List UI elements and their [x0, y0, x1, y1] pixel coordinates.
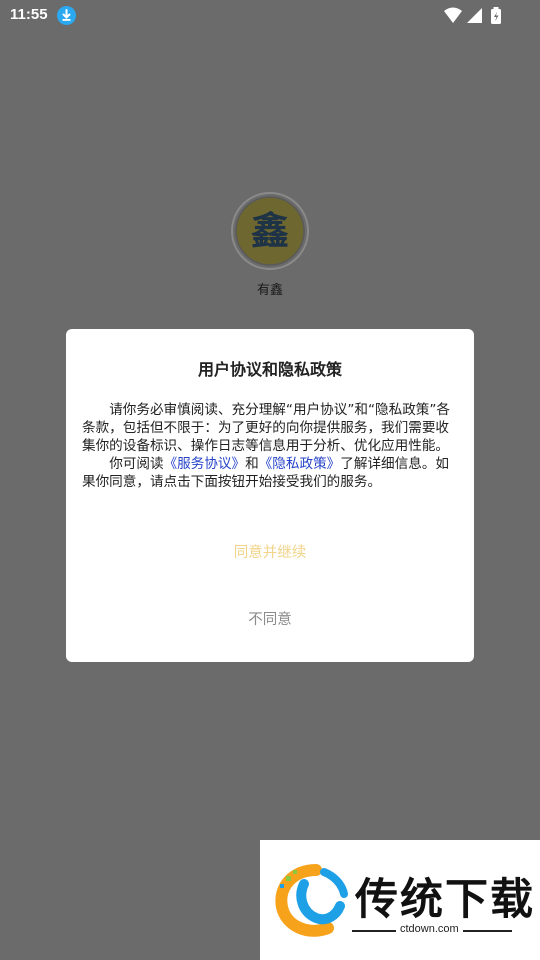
privacy-dialog: 用户协议和隐私政策 请你务必审慎阅读、充分理解“用户协议”和“隐私政策”各条款，…: [66, 329, 474, 662]
watermark-brand: 传统下载: [355, 875, 535, 925]
agree-continue-button[interactable]: 同意并继续: [66, 541, 474, 562]
download-icon: [57, 6, 76, 25]
dialog-body: 请你务必审慎阅读、充分理解“用户协议”和“隐私政策”各条款，包括但不限于：为了更…: [82, 401, 462, 491]
status-time: 11:55: [10, 6, 48, 23]
watermark-logo-icon: [275, 864, 348, 937]
para2-prefix: 你可阅读: [109, 456, 164, 472]
watermark-url: ctdown.com: [396, 923, 463, 935]
battery-charging-icon: [491, 7, 501, 24]
status-bar: 11:55: [0, 0, 540, 32]
dialog-paragraph-1: 请你务必审慎阅读、充分理解“用户协议”和“隐私政策”各条款，包括但不限于：为了更…: [82, 402, 451, 454]
privacy-policy-link[interactable]: 《隐私政策》: [259, 456, 341, 472]
app-logo: 鑫: [230, 191, 310, 271]
disagree-button[interactable]: 不同意: [66, 608, 474, 629]
and-text: 和: [245, 456, 259, 472]
app-name: 有鑫: [256, 283, 283, 298]
svg-text:鑫: 鑫: [251, 209, 289, 253]
service-agreement-link[interactable]: 《服务协议》: [164, 456, 246, 472]
signal-icon: [467, 8, 482, 23]
wifi-icon: [444, 7, 462, 23]
system-icons: [444, 6, 508, 24]
dialog-paragraph-2: 你可阅读《服务协议》和《隐私政策》了解详细信息。如果你同意，请点击下面按钮开始接…: [82, 455, 462, 491]
watermark: 传统下载 ctdown.com: [260, 840, 540, 960]
dialog-title: 用户协议和隐私政策: [197, 360, 342, 379]
